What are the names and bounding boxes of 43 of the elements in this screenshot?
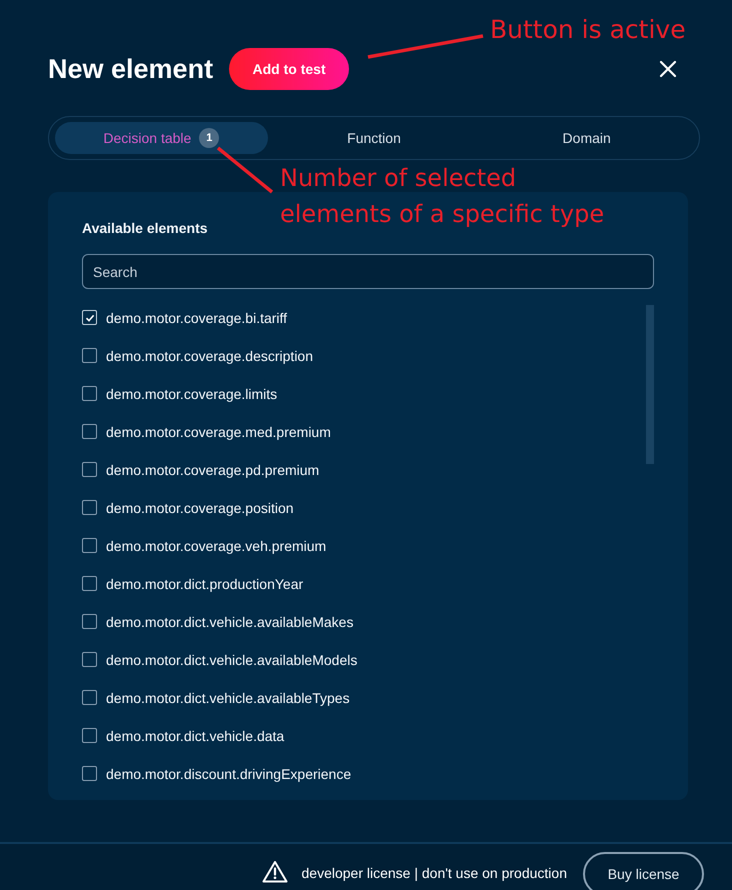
warning-icon xyxy=(262,860,288,883)
checkbox[interactable] xyxy=(82,652,97,667)
element-label[interactable]: demo.motor.coverage.med.premium xyxy=(106,424,331,440)
annotation-text: Number of selected elements of a specific type xyxy=(280,163,606,230)
close-icon[interactable] xyxy=(659,60,677,78)
element-label[interactable]: demo.motor.coverage.bi.tariff xyxy=(106,310,288,326)
element-label[interactable]: demo.motor.coverage.limits xyxy=(106,386,278,402)
element-label[interactable]: demo.motor.dict.vehicle.data xyxy=(106,728,284,744)
element-label[interactable]: demo.motor.coverage.description xyxy=(106,348,313,364)
checkbox[interactable] xyxy=(82,310,97,325)
checkbox[interactable] xyxy=(82,500,97,515)
element-label[interactable]: demo.motor.coverage.veh.premium xyxy=(106,538,326,554)
tab[interactable]: Domain xyxy=(480,122,694,154)
element-label[interactable]: demo.motor.dict.productionYear xyxy=(106,576,304,592)
checkbox[interactable] xyxy=(82,424,97,439)
element-label[interactable]: demo.motor.coverage.position xyxy=(106,500,294,516)
annotation-line xyxy=(216,146,274,194)
buy-license-button[interactable]: Buy license xyxy=(583,852,704,890)
count-badge: 1 xyxy=(199,128,220,148)
annotation-text: Button is active xyxy=(490,15,686,44)
checkbox[interactable] xyxy=(82,386,97,401)
tab[interactable]: Decision table 1 xyxy=(55,122,268,154)
checkbox[interactable] xyxy=(82,462,97,477)
search-field[interactable]: Search xyxy=(82,254,654,289)
license-notice: developer license | don't use on production xyxy=(302,865,567,881)
checkbox[interactable] xyxy=(82,766,97,781)
tab[interactable]: Function xyxy=(268,122,480,154)
checkbox[interactable] xyxy=(82,348,97,363)
element-label[interactable]: demo.motor.discount.drivingExperience xyxy=(106,766,352,782)
checkbox[interactable] xyxy=(82,614,97,629)
dialog-title: New element xyxy=(48,54,214,84)
checkbox[interactable] xyxy=(82,576,97,591)
add-to-test-button[interactable]: Add to test xyxy=(229,48,350,90)
element-label[interactable]: demo.motor.dict.vehicle.availableTypes xyxy=(106,690,350,706)
checkbox[interactable] xyxy=(82,728,97,743)
element-label[interactable]: demo.motor.dict.vehicle.availableModels xyxy=(106,652,358,668)
checkbox[interactable] xyxy=(82,538,97,553)
element-label[interactable]: demo.motor.dict.vehicle.availableMakes xyxy=(106,614,354,630)
panel-heading: Available elements xyxy=(82,220,209,236)
scrollbar[interactable] xyxy=(646,305,654,464)
checkbox[interactable] xyxy=(82,690,97,705)
element-label[interactable]: demo.motor.coverage.pd.premium xyxy=(106,462,320,478)
checkmark-icon xyxy=(84,312,94,322)
